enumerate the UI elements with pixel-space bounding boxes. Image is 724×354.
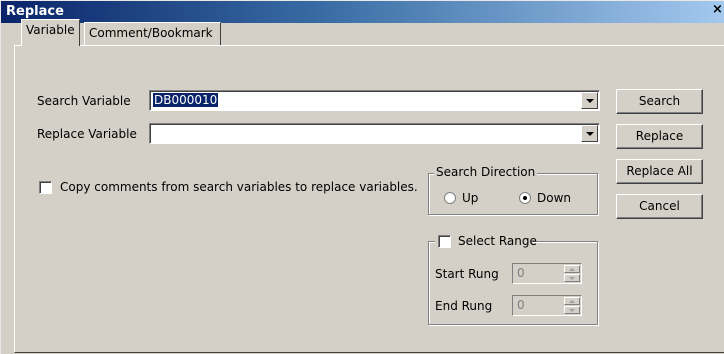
spin-down-icon (564, 306, 580, 314)
radio-up-label: Up (462, 191, 479, 205)
window-title: Replace (6, 4, 64, 19)
search-variable-combo[interactable]: DB000010 (149, 90, 600, 111)
select-range-checkbox[interactable] (438, 235, 451, 248)
search-variable-value[interactable]: DB000010 (153, 93, 219, 107)
replace-variable-label: Replace Variable (37, 127, 137, 141)
chevron-down-icon[interactable] (581, 92, 598, 109)
end-rung-stepper: 0 (512, 295, 582, 316)
end-rung-spin-buttons (564, 297, 580, 314)
start-rung-label: Start Rung (435, 267, 499, 281)
spin-up-icon (564, 297, 580, 305)
search-direction-title: Search Direction (434, 165, 538, 179)
end-rung-value: 0 (517, 298, 525, 312)
start-rung-spin-buttons (564, 265, 580, 282)
spin-up-icon (564, 265, 580, 273)
close-icon[interactable]: × (710, 2, 724, 20)
replace-variable-combo[interactable] (149, 123, 600, 144)
end-rung-label: End Rung (435, 299, 493, 313)
select-range-label: Select Range (458, 234, 537, 248)
tab-variable[interactable]: Variable (21, 19, 80, 46)
search-button[interactable]: Search (616, 89, 703, 114)
search-variable-label: Search Variable (37, 94, 131, 108)
cancel-button[interactable]: Cancel (616, 194, 703, 219)
replace-all-button[interactable]: Replace All (616, 159, 703, 184)
tab-comment-bookmark[interactable]: Comment/Bookmark (84, 22, 221, 45)
replace-button[interactable]: Replace (616, 124, 703, 149)
radio-down[interactable] (519, 192, 531, 204)
replace-dialog: Replace × Variable Comment/Bookmark Sear… (0, 0, 724, 354)
copy-comments-checkbox[interactable] (39, 181, 52, 194)
start-rung-value: 0 (517, 266, 525, 280)
title-bar[interactable]: Replace (1, 1, 724, 23)
start-rung-stepper: 0 (512, 263, 582, 284)
copy-comments-label: Copy comments from search variables to r… (60, 180, 418, 194)
spin-down-icon (564, 274, 580, 282)
radio-down-label: Down (537, 191, 572, 205)
chevron-down-icon[interactable] (581, 125, 598, 142)
radio-up[interactable] (444, 192, 456, 204)
